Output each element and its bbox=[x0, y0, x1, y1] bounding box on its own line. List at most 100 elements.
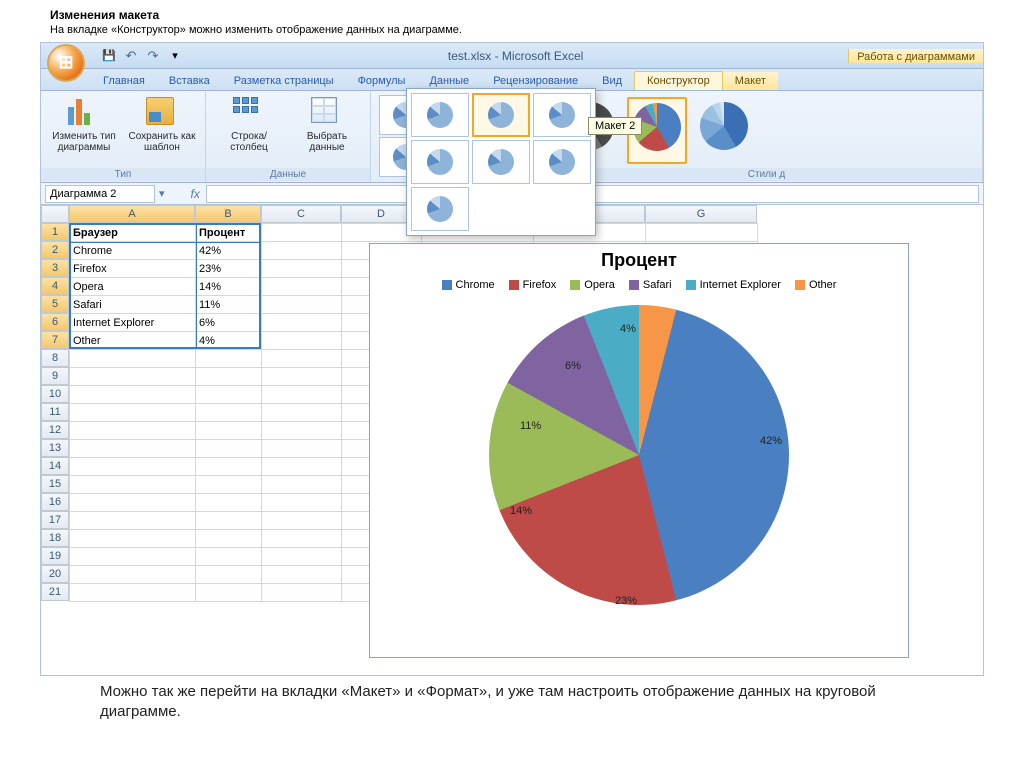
style-option-3[interactable] bbox=[695, 97, 753, 164]
cell[interactable] bbox=[262, 224, 342, 242]
cell[interactable] bbox=[196, 494, 262, 512]
cell[interactable]: Браузер bbox=[70, 224, 196, 242]
chart-title[interactable]: Процент bbox=[370, 244, 908, 275]
row-header-1[interactable]: 1 bbox=[41, 223, 69, 241]
cell[interactable] bbox=[262, 314, 342, 332]
dropdown-layout-3[interactable] bbox=[533, 93, 591, 137]
select-all-corner[interactable] bbox=[41, 205, 69, 223]
cell[interactable]: Internet Explorer bbox=[70, 314, 196, 332]
cell[interactable]: Chrome bbox=[70, 242, 196, 260]
cell[interactable]: 6% bbox=[196, 314, 262, 332]
row-header-19[interactable]: 19 bbox=[41, 547, 69, 565]
cell[interactable]: Safari bbox=[70, 296, 196, 314]
cell[interactable] bbox=[196, 566, 262, 584]
cell[interactable] bbox=[262, 566, 342, 584]
cell[interactable]: Opera bbox=[70, 278, 196, 296]
row-header-20[interactable]: 20 bbox=[41, 565, 69, 583]
col-header-c[interactable]: C bbox=[261, 205, 341, 223]
cell[interactable] bbox=[262, 242, 342, 260]
cell[interactable] bbox=[262, 530, 342, 548]
save-as-template-button[interactable]: Сохранить как шаблон bbox=[125, 93, 199, 168]
cell[interactable] bbox=[262, 494, 342, 512]
dropdown-layout-7[interactable] bbox=[411, 187, 469, 231]
cell[interactable] bbox=[70, 368, 196, 386]
col-header-a[interactable]: A bbox=[69, 205, 195, 223]
cell[interactable] bbox=[70, 530, 196, 548]
undo-icon[interactable]: ↶ bbox=[123, 48, 139, 64]
cell[interactable] bbox=[196, 422, 262, 440]
cell[interactable] bbox=[196, 440, 262, 458]
row-header-9[interactable]: 9 bbox=[41, 367, 69, 385]
tab-home[interactable]: Главная bbox=[91, 72, 157, 90]
row-header-11[interactable]: 11 bbox=[41, 403, 69, 421]
save-icon[interactable]: 💾 bbox=[101, 48, 117, 64]
row-header-13[interactable]: 13 bbox=[41, 439, 69, 457]
cell[interactable] bbox=[262, 458, 342, 476]
row-header-5[interactable]: 5 bbox=[41, 295, 69, 313]
cell[interactable] bbox=[262, 368, 342, 386]
row-header-16[interactable]: 16 bbox=[41, 493, 69, 511]
tab-insert[interactable]: Вставка bbox=[157, 72, 222, 90]
cell[interactable] bbox=[262, 350, 342, 368]
cell[interactable] bbox=[262, 440, 342, 458]
cell[interactable] bbox=[262, 548, 342, 566]
cell[interactable] bbox=[262, 476, 342, 494]
cell[interactable] bbox=[196, 404, 262, 422]
cell[interactable] bbox=[196, 368, 262, 386]
cell[interactable] bbox=[196, 458, 262, 476]
cell[interactable] bbox=[70, 440, 196, 458]
tab-design[interactable]: Конструктор bbox=[634, 71, 723, 90]
cell[interactable] bbox=[196, 548, 262, 566]
col-header-b[interactable]: B bbox=[195, 205, 261, 223]
redo-icon[interactable]: ↷ bbox=[145, 48, 161, 64]
cell[interactable] bbox=[262, 332, 342, 350]
dropdown-layout-4[interactable] bbox=[411, 140, 469, 184]
cell[interactable] bbox=[262, 386, 342, 404]
cell[interactable] bbox=[262, 422, 342, 440]
cell[interactable] bbox=[646, 224, 758, 242]
dropdown-layout-6[interactable] bbox=[533, 140, 591, 184]
office-button[interactable]: ⊞ bbox=[47, 44, 85, 82]
select-data-button[interactable]: Выбрать данные bbox=[290, 93, 364, 168]
cell[interactable] bbox=[70, 512, 196, 530]
row-header-7[interactable]: 7 bbox=[41, 331, 69, 349]
cell[interactable] bbox=[70, 386, 196, 404]
cell[interactable] bbox=[70, 404, 196, 422]
cell[interactable] bbox=[196, 476, 262, 494]
col-header-g[interactable]: G bbox=[645, 205, 757, 223]
chart-object[interactable]: Процент ChromeFirefoxOperaSafariInternet… bbox=[369, 243, 909, 658]
cell[interactable] bbox=[262, 278, 342, 296]
cell[interactable] bbox=[196, 584, 262, 602]
cell[interactable] bbox=[70, 494, 196, 512]
cell[interactable] bbox=[196, 350, 262, 368]
row-header-14[interactable]: 14 bbox=[41, 457, 69, 475]
dropdown-layout-1[interactable] bbox=[411, 93, 469, 137]
cell[interactable]: 11% bbox=[196, 296, 262, 314]
cell[interactable] bbox=[262, 512, 342, 530]
row-header-4[interactable]: 4 bbox=[41, 277, 69, 295]
pie-chart[interactable] bbox=[489, 305, 789, 605]
cell[interactable]: 14% bbox=[196, 278, 262, 296]
cell[interactable]: Процент bbox=[196, 224, 262, 242]
cell[interactable] bbox=[70, 458, 196, 476]
name-box-dropdown-icon[interactable]: ▾ bbox=[159, 187, 165, 200]
cell[interactable] bbox=[196, 530, 262, 548]
change-chart-type-button[interactable]: Изменить тип диаграммы bbox=[47, 93, 121, 168]
cell[interactable] bbox=[262, 404, 342, 422]
cell[interactable] bbox=[70, 566, 196, 584]
dropdown-layout-5[interactable] bbox=[472, 140, 530, 184]
switch-row-column-button[interactable]: Строка/столбец bbox=[212, 93, 286, 168]
cell[interactable] bbox=[262, 260, 342, 278]
tab-chart-layout[interactable]: Макет bbox=[723, 72, 778, 90]
row-header-15[interactable]: 15 bbox=[41, 475, 69, 493]
dropdown-layout-2[interactable]: Макет 2 bbox=[472, 93, 530, 137]
row-header-21[interactable]: 21 bbox=[41, 583, 69, 601]
row-header-17[interactable]: 17 bbox=[41, 511, 69, 529]
tab-page-layout[interactable]: Разметка страницы bbox=[222, 72, 346, 90]
cell[interactable]: Other bbox=[70, 332, 196, 350]
cell[interactable] bbox=[262, 584, 342, 602]
cell[interactable]: 42% bbox=[196, 242, 262, 260]
name-box[interactable] bbox=[45, 185, 155, 203]
row-header-6[interactable]: 6 bbox=[41, 313, 69, 331]
row-header-3[interactable]: 3 bbox=[41, 259, 69, 277]
